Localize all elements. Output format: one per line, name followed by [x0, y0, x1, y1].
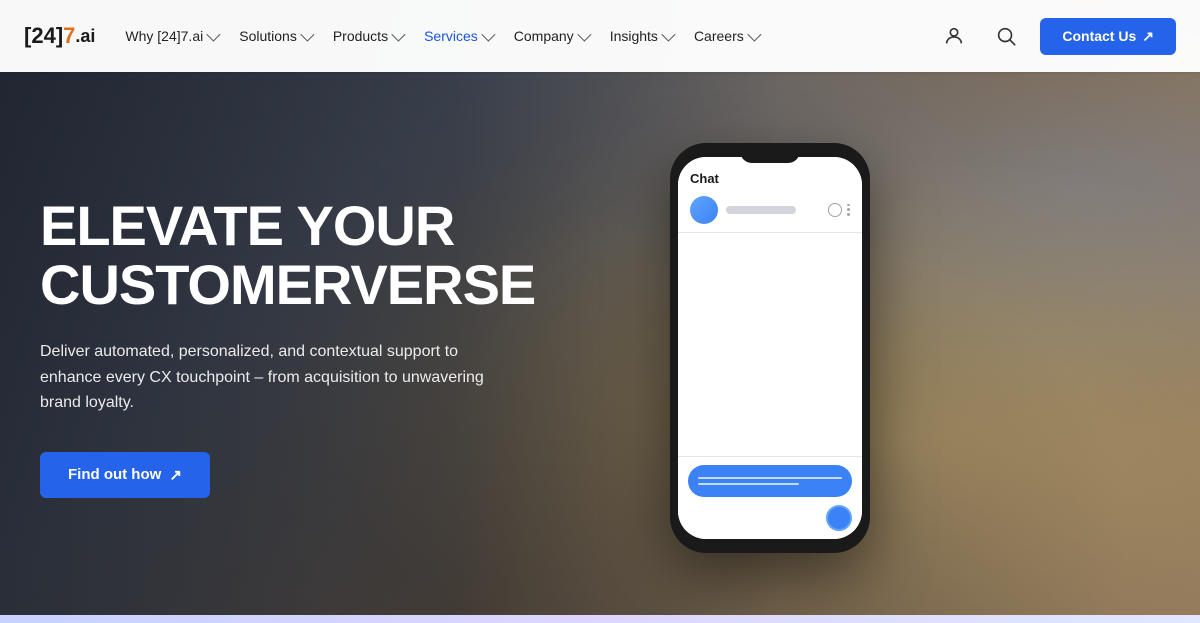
chat-avatar-row — [690, 196, 850, 224]
user-icon — [943, 25, 965, 47]
chevron-down-icon — [577, 28, 591, 42]
chat-footer — [678, 456, 862, 539]
logo-seven: 7 — [63, 23, 75, 49]
nav-item-services[interactable]: Services — [414, 20, 502, 52]
chevron-down-icon — [300, 28, 314, 42]
bottom-decorative-bar — [0, 615, 1200, 623]
chat-input-lines — [698, 477, 842, 485]
nav-links: Why [24]7.ai Solutions Products Services… — [115, 20, 928, 52]
chat-title: Chat — [690, 171, 850, 186]
chat-name-placeholder — [726, 206, 796, 214]
chat-header: Chat — [678, 157, 862, 233]
hero-content: ELEVATE YOUR CUSTOMERVERSE Deliver autom… — [0, 72, 1200, 623]
hero-title: ELEVATE YOUR CUSTOMERVERSE — [40, 197, 535, 315]
arrow-icon: ↗ — [169, 466, 182, 484]
contact-us-button[interactable]: Contact Us ↗ — [1040, 18, 1176, 55]
more-options-dot — [847, 213, 850, 216]
nav-item-products[interactable]: Products — [323, 20, 412, 52]
phone-screen: Chat — [678, 157, 862, 539]
search-icon-button[interactable] — [988, 18, 1024, 54]
nav-item-solutions[interactable]: Solutions — [229, 20, 321, 52]
chevron-down-icon — [391, 28, 405, 42]
chevron-down-icon — [481, 28, 495, 42]
more-options-dot — [847, 208, 850, 211]
chat-settings-icon — [828, 203, 842, 217]
chevron-down-icon — [747, 28, 761, 42]
search-icon — [995, 25, 1017, 47]
phone-device: Chat — [670, 143, 870, 553]
hero-subtitle: Deliver automated, personalized, and con… — [40, 339, 520, 416]
chat-avatar — [690, 196, 718, 224]
chevron-down-icon — [661, 28, 675, 42]
phone-notch — [740, 143, 800, 163]
nav-icons — [936, 18, 1024, 54]
chat-input-bar[interactable] — [688, 465, 852, 497]
logo-bracket-open: [ — [24, 23, 31, 49]
chevron-down-icon — [207, 28, 221, 42]
find-out-how-button[interactable]: Find out how ↗ — [40, 452, 210, 498]
logo-24: 24 — [31, 23, 55, 49]
phone-mockup-container: Chat — [660, 72, 880, 623]
nav-item-company[interactable]: Company — [504, 20, 598, 52]
chat-send-button[interactable] — [826, 505, 852, 531]
nav-item-insights[interactable]: Insights — [600, 20, 682, 52]
nav-item-careers[interactable]: Careers — [684, 20, 768, 52]
arrow-icon: ↗ — [1142, 28, 1154, 45]
hero-text-block: ELEVATE YOUR CUSTOMERVERSE Deliver autom… — [40, 197, 535, 497]
more-options-dot — [847, 204, 850, 207]
input-line-1 — [698, 477, 842, 479]
logo-bracket-close: ] — [56, 23, 63, 49]
logo-ai: .ai — [75, 26, 95, 47]
logo[interactable]: [ 24 ] 7 .ai — [24, 23, 95, 49]
nav-item-why[interactable]: Why [24]7.ai — [115, 20, 227, 52]
user-icon-button[interactable] — [936, 18, 972, 54]
input-line-2 — [698, 483, 799, 485]
chat-body — [678, 233, 862, 456]
navbar: [ 24 ] 7 .ai Why [24]7.ai Solutions Prod… — [0, 0, 1200, 72]
